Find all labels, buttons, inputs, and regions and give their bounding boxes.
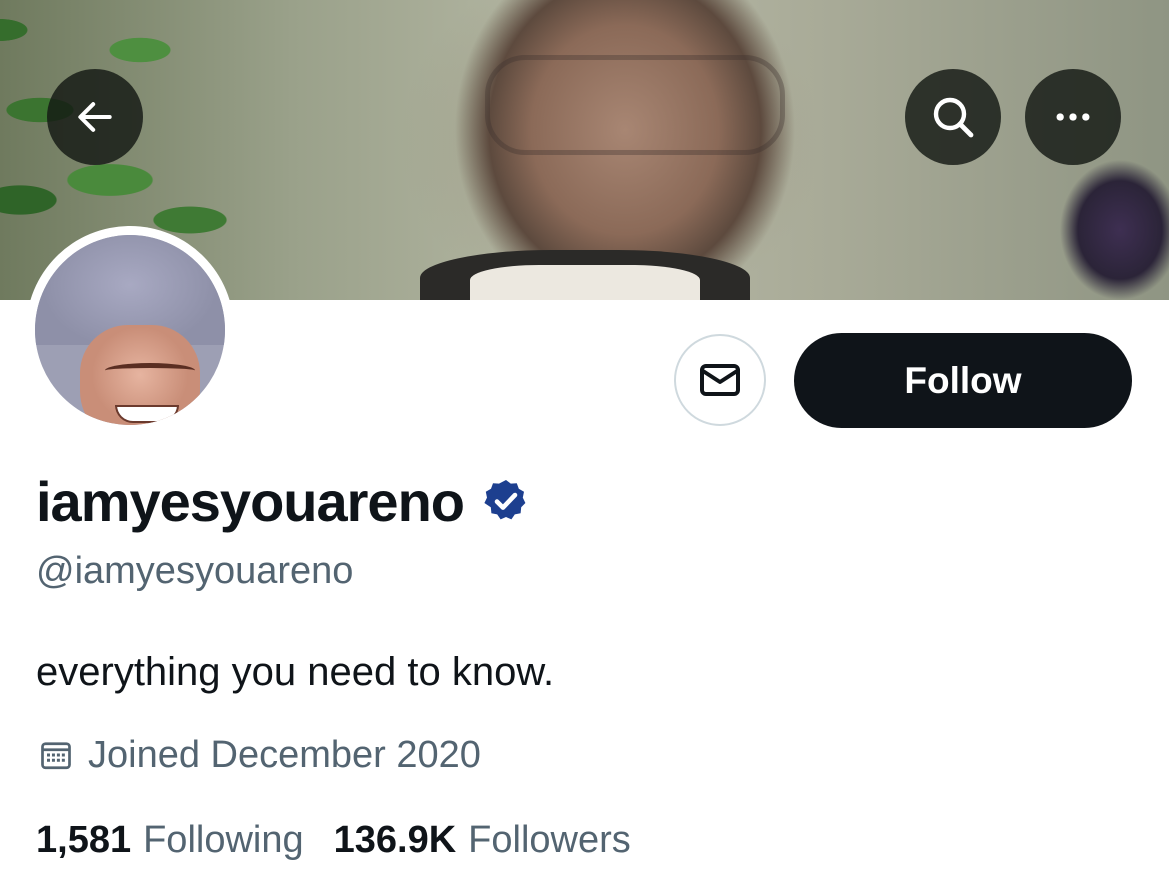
mail-icon (700, 364, 740, 396)
followers-count: 136.9K (333, 818, 457, 861)
following-link[interactable]: 1,581 Following (36, 819, 304, 862)
back-button[interactable] (47, 69, 143, 165)
followers-label: Followers (468, 818, 631, 861)
search-button[interactable] (905, 69, 1001, 165)
banner-person-collar (470, 265, 700, 300)
message-button[interactable] (674, 334, 766, 426)
search-icon (933, 97, 974, 138)
followers-link[interactable]: 136.9K Followers (334, 819, 631, 862)
banner-person-glasses (485, 55, 785, 155)
display-name: iamyesyouareno (36, 469, 465, 533)
arrow-left-icon (78, 102, 112, 132)
following-count: 1,581 (36, 818, 132, 861)
joined-date-text: Joined December 2020 (88, 733, 481, 776)
more-horizontal-icon (1056, 113, 1090, 121)
profile-avatar[interactable] (26, 226, 234, 434)
display-name-row: iamyesyouareno (36, 468, 530, 534)
follow-button[interactable]: Follow (794, 333, 1132, 428)
following-label: Following (143, 818, 304, 861)
avatar-image (35, 235, 225, 425)
profile-handle: @iamyesyouareno (36, 550, 354, 592)
more-options-button[interactable] (1025, 69, 1121, 165)
avatar-eyes (105, 363, 195, 378)
follow-stats-row: 1,581 Following 136.9K Followers (36, 816, 661, 864)
profile-bio: everything you need to know. (36, 650, 555, 694)
banner-background-object (1040, 150, 1169, 300)
calendar-icon (38, 737, 74, 773)
verified-badge-icon[interactable] (482, 477, 530, 525)
joined-date-row: Joined December 2020 (38, 732, 481, 778)
avatar-mouth (115, 405, 179, 423)
